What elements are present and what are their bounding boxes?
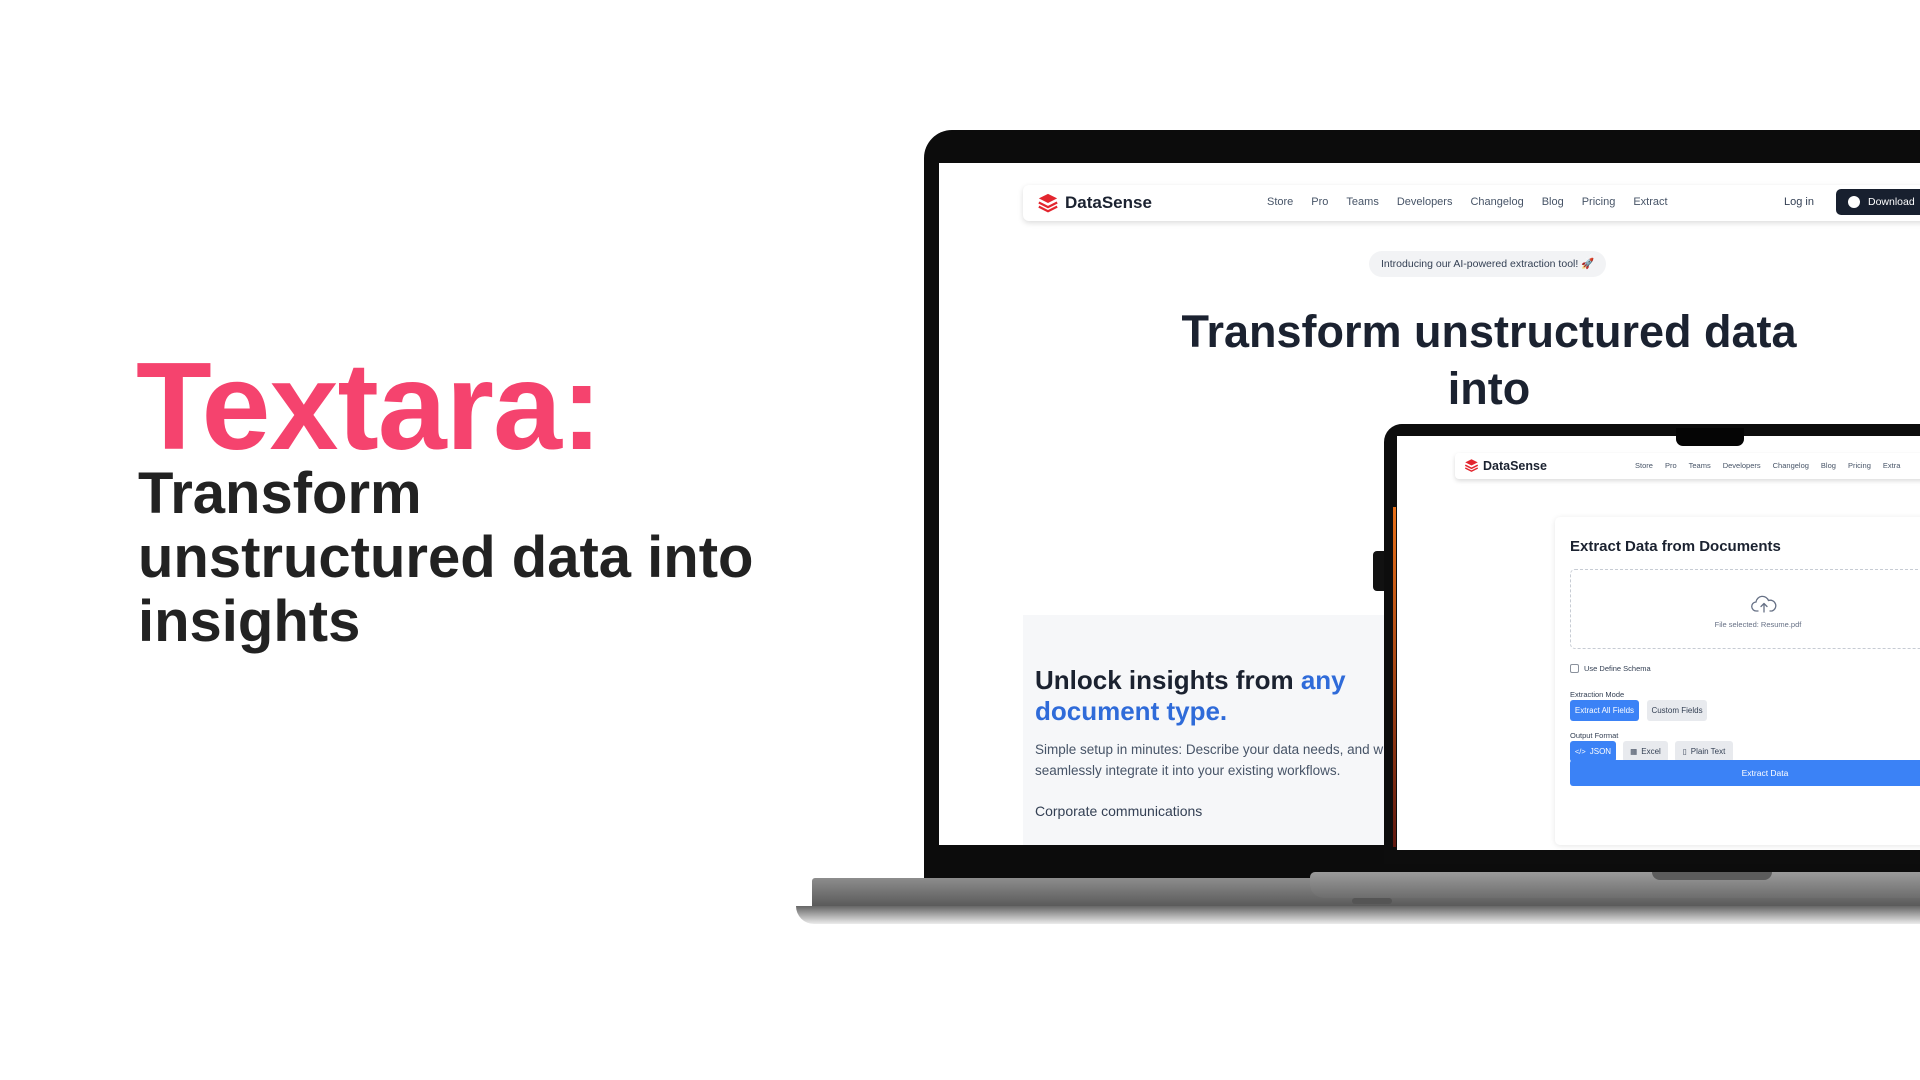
laptop-small-foot [1352, 898, 1392, 904]
extract-card: Extract Data from Documents File selecte… [1555, 517, 1920, 845]
define-schema-row[interactable]: Use Define Schema [1570, 664, 1651, 673]
download-button-label: Download [1868, 196, 1915, 208]
nav-link-changelog[interactable]: Changelog [1470, 196, 1523, 208]
code-icon: </> [1574, 747, 1586, 756]
promo-banner: Textara: Transform unstructured data int… [0, 0, 1920, 1080]
table-icon: ▦ [1630, 747, 1638, 756]
app-nav-link-changelog[interactable]: Changelog [1773, 461, 1809, 470]
app-nav-link-teams[interactable]: Teams [1689, 461, 1711, 470]
nav-link-teams[interactable]: Teams [1346, 196, 1378, 208]
format-plain-text-button[interactable]: ▯ Plain Text [1675, 741, 1733, 762]
format-excel-button[interactable]: ▦ Excel [1623, 741, 1668, 762]
extract-card-title: Extract Data from Documents [1570, 538, 1781, 555]
site-logo-text: DataSense [1065, 193, 1152, 212]
layers-logo-icon [1464, 459, 1479, 472]
format-json-button[interactable]: </> JSON [1570, 741, 1616, 762]
app-nav-link-store[interactable]: Store [1635, 461, 1653, 470]
laptop-small-screen-edge [1393, 507, 1396, 847]
insights-body: Simple setup in minutes: Describe your d… [1035, 742, 1384, 778]
cloud-upload-icon [1751, 595, 1777, 613]
app-nav-link-pro[interactable]: Pro [1665, 461, 1677, 470]
extraction-mode-label: Extraction Mode [1570, 690, 1625, 699]
file-selected-status: File selected: Resume.pdf [1714, 620, 1802, 629]
announcement-pill[interactable]: Introducing our AI-powered extraction to… [1369, 251, 1607, 277]
app-logo-text: DataSense [1483, 458, 1547, 473]
output-format-label: Output Format [1570, 731, 1619, 740]
app-nav-link-pricing[interactable]: Pricing [1848, 461, 1871, 470]
extract-data-button[interactable]: Extract Data [1570, 760, 1920, 786]
app-nav-link-extract[interactable]: Extra [1883, 461, 1901, 470]
app-nav-link-developers[interactable]: Developers [1723, 461, 1761, 470]
site-logo[interactable]: DataSense [1037, 192, 1152, 214]
insights-heading-prefix: Unlock insights from [1035, 665, 1301, 695]
site-nav-links: Store Pro Teams Developers Changelog Blo… [1267, 196, 1668, 208]
layers-logo-icon [1038, 193, 1058, 213]
custom-fields-button[interactable]: Custom Fields [1647, 700, 1707, 721]
product-tagline: Transform unstructured data into insight… [138, 461, 754, 654]
app-logo[interactable]: DataSense [1464, 458, 1547, 473]
site-navbar: DataSense Store Pro Teams Developers Cha… [1023, 185, 1920, 221]
format-plain-text-label: Plain Text [1690, 747, 1726, 756]
app-nav-links: Store Pro Teams Developers Changelog Blo… [1635, 461, 1900, 470]
define-schema-checkbox[interactable] [1570, 664, 1579, 673]
laptop-large-base-edge [796, 906, 1920, 924]
format-json-label: JSON [1589, 747, 1612, 756]
extract-all-fields-button[interactable]: Extract All Fields [1570, 700, 1639, 721]
login-link[interactable]: Log in [1784, 196, 1814, 208]
insights-heading: Unlock insights from any document type. [1035, 665, 1405, 727]
laptop-small-base [1310, 872, 1920, 898]
document-category-label: Corporate communications [1035, 803, 1203, 819]
file-dropzone[interactable]: File selected: Resume.pdf [1570, 569, 1920, 649]
nav-link-blog[interactable]: Blog [1542, 196, 1564, 208]
nav-link-pro[interactable]: Pro [1311, 196, 1328, 208]
nav-link-developers[interactable]: Developers [1397, 196, 1453, 208]
download-button[interactable]: Download [1836, 189, 1920, 215]
app-nav-link-blog[interactable]: Blog [1821, 461, 1836, 470]
nav-link-pricing[interactable]: Pricing [1582, 196, 1616, 208]
format-excel-label: Excel [1641, 747, 1661, 756]
nav-link-extract[interactable]: Extract [1633, 196, 1667, 208]
site-headline: Transform unstructured data into [1181, 306, 1797, 414]
product-brand-title: Textara: [136, 338, 602, 476]
file-text-icon: ▯ [1682, 747, 1687, 756]
download-dot-icon [1848, 196, 1860, 208]
define-schema-label: Use Define Schema [1584, 664, 1651, 673]
laptop-small-hinge-groove [1652, 872, 1772, 880]
laptop-small-screen: DataSense Store Pro Teams Developers Cha… [1397, 436, 1920, 850]
app-navbar: DataSense Store Pro Teams Developers Cha… [1455, 453, 1920, 479]
nav-link-store[interactable]: Store [1267, 196, 1293, 208]
laptop-small-notch [1676, 428, 1744, 446]
